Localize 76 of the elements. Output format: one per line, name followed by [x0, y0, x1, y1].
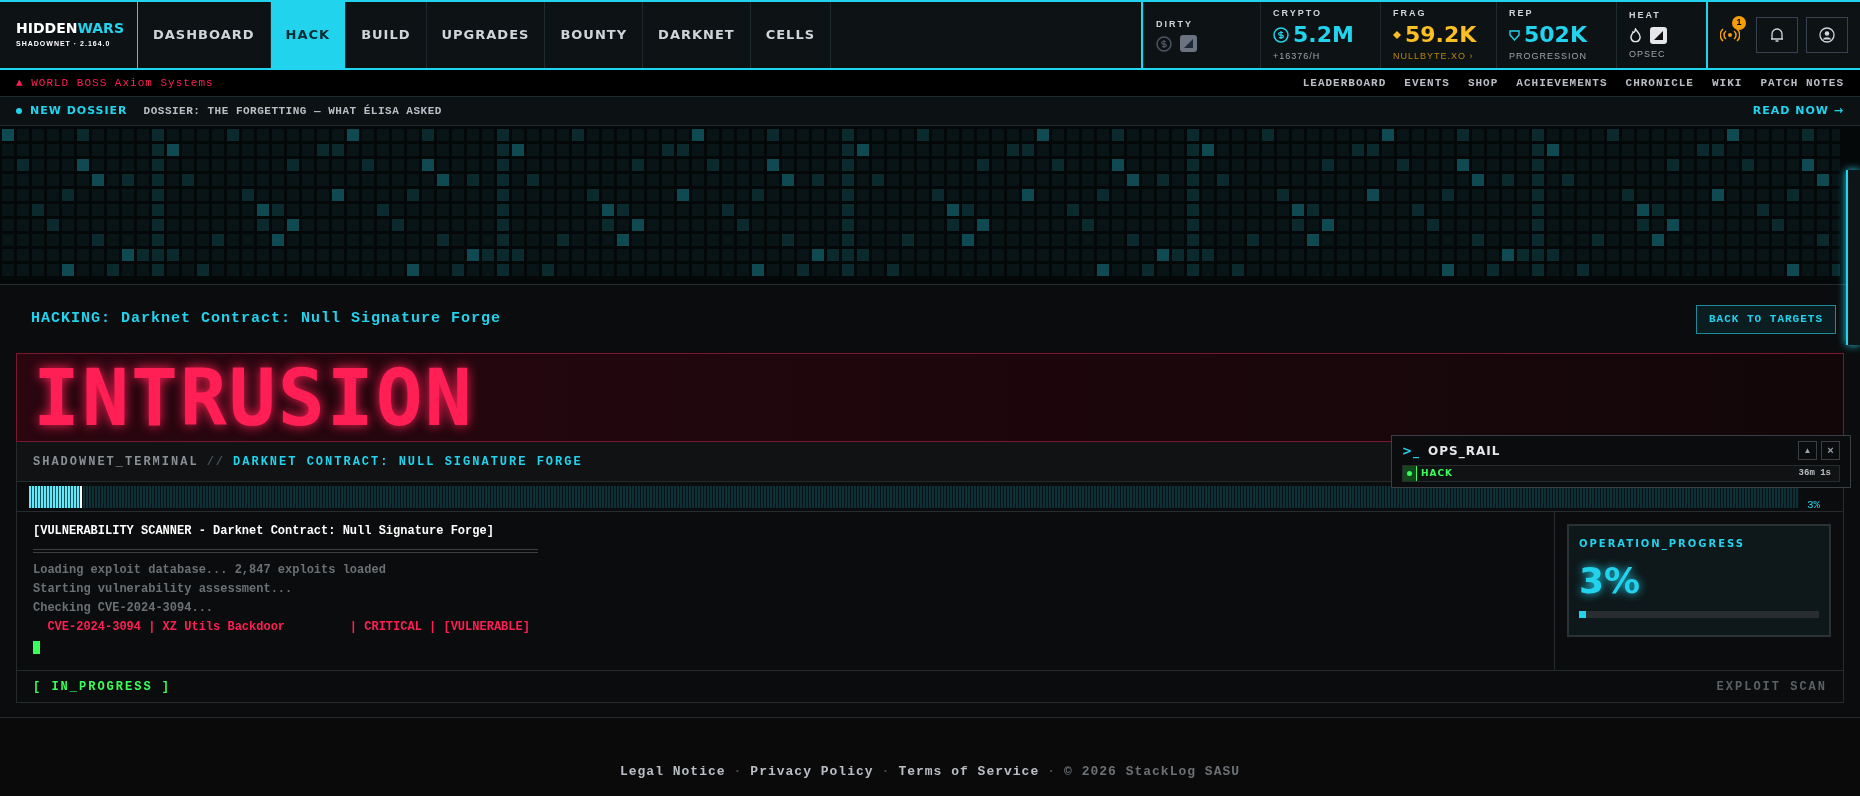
path-separator: //: [206, 453, 226, 471]
flame-icon: [1629, 27, 1642, 43]
nav-link[interactable]: LEADERBOARD: [1302, 74, 1387, 92]
target-name: DARKNET CONTRACT: NULL SIGNATURE FORGE: [233, 453, 583, 471]
status-label: [ IN_PROGRESS ]: [33, 678, 172, 696]
coin-icon: [1156, 35, 1172, 52]
world-boss-alert[interactable]: ▲ WORLD BOSS Axiom Systems: [16, 74, 214, 92]
nav-tab[interactable]: DARKNET: [643, 2, 751, 68]
back-to-targets-button[interactable]: BACK TO TARGETS: [1695, 304, 1836, 334]
signal-icon[interactable]: [1720, 28, 1740, 42]
footer-link[interactable]: Terms of Service: [898, 762, 1040, 782]
stat-value: 502K: [1524, 24, 1587, 46]
footer-separator: ·: [881, 763, 891, 782]
user-icon: [1819, 27, 1835, 43]
coin-icon: [1273, 27, 1289, 43]
bell-icon: [1769, 27, 1785, 43]
nav-tab[interactable]: HACK: [270, 2, 347, 68]
op-row[interactable]: HACK 36m 1s: [1402, 465, 1840, 482]
brand-logo[interactable]: HIDDENWARS: [16, 20, 121, 35]
side-drawer-tab[interactable]: [1846, 170, 1860, 345]
dossier-label: NEW DOSSIER: [30, 102, 128, 119]
diamond-icon: [1393, 31, 1401, 39]
op-timer: 36m 1s: [1798, 466, 1831, 480]
notification-badge: 1: [1732, 16, 1746, 30]
nav-tab[interactable]: BOUNTY: [545, 2, 644, 68]
nav-tab[interactable]: BUILD: [346, 2, 427, 68]
nav-link[interactable]: CHRONICLE: [1625, 74, 1694, 92]
stat-label: FRAG: [1393, 6, 1428, 20]
nav-link[interactable]: PATCH NOTES: [1760, 74, 1844, 92]
nav-tab[interactable]: CELLS: [750, 2, 832, 68]
stat-subtext: PROGRESSION: [1509, 50, 1588, 63]
notifications-button[interactable]: [1756, 17, 1798, 53]
copyright-text: © 2026 StackLog SASU: [1064, 763, 1241, 782]
cursor-icon: [33, 641, 40, 654]
progress-reading: 3%: [1579, 563, 1642, 599]
nav-link[interactable]: SHOP: [1467, 74, 1499, 92]
shield-icon: [1509, 29, 1520, 41]
mode-label: EXPLOIT SCAN: [1716, 678, 1827, 696]
rail-title: OPS_RAIL: [1428, 442, 1501, 460]
slash-square-icon: [1650, 26, 1667, 44]
stat-subtext: OPSEC: [1629, 47, 1667, 61]
stat-label: DIRTY: [1156, 17, 1194, 31]
profile-button[interactable]: [1806, 17, 1848, 53]
stat-label: REP: [1509, 6, 1535, 20]
nav-link[interactable]: ACHIEVEMENTS: [1516, 74, 1608, 92]
nav-link[interactable]: WIKI: [1711, 74, 1743, 92]
footer-separator: ·: [733, 763, 743, 782]
nav-link[interactable]: EVENTS: [1404, 74, 1450, 92]
dossier-title: DOSSIER: THE FORGETTING — WHAT ÉLISA ASKED: [143, 103, 442, 119]
footer-link[interactable]: Legal Notice: [619, 762, 726, 782]
terminal-label: SHADOWNET_TERMINAL: [33, 453, 199, 471]
log-line: Loading exploit database... 2,847 exploits loaded: [33, 562, 387, 579]
read-now-link[interactable]: READ NOW →: [1752, 102, 1844, 120]
banner-title: INTRUSION: [33, 358, 474, 437]
collapse-button[interactable]: ▲: [1798, 441, 1817, 460]
stat-value: 59.2K: [1405, 24, 1477, 46]
close-button[interactable]: ×: [1821, 441, 1840, 460]
log-title: [VULNERABILITY SCANNER - Darknet Contract: Null Signature Forge]: [33, 523, 495, 540]
log-line: Starting vulnerability assessment...: [33, 581, 294, 598]
hack-title: HACKING: Darknet Contract: Null Signature Forge: [31, 308, 502, 329]
stat-value: 5.2M: [1293, 24, 1354, 46]
log-line: Checking CVE-2024-3094...: [33, 600, 215, 617]
footer-link[interactable]: Privacy Policy: [750, 762, 874, 782]
op-label: HACK: [1421, 466, 1454, 480]
stat-label: CRYPTO: [1273, 6, 1323, 20]
stat-subtext: +16376/H: [1273, 50, 1322, 63]
prompt-icon: >_: [1402, 441, 1421, 460]
log-alert-line: CVE-2024-3094 | XZ Utils Backdoor | CRITICAL | [VULNERABLE]: [46, 619, 531, 636]
scan-reading: 3%: [1807, 499, 1822, 511]
stat-subtext[interactable]: NULLBYTE.XO ›: [1393, 50, 1484, 64]
nav-tab[interactable]: UPGRADES: [426, 2, 546, 68]
slash-square-icon: [1180, 35, 1197, 53]
nav-tab[interactable]: DASHBOARD: [138, 2, 271, 68]
footer-separator: ·: [1047, 763, 1057, 782]
progress-label: OPERATION_PROGRESS: [1579, 537, 1746, 551]
stat-label: HEAT: [1629, 9, 1662, 22]
